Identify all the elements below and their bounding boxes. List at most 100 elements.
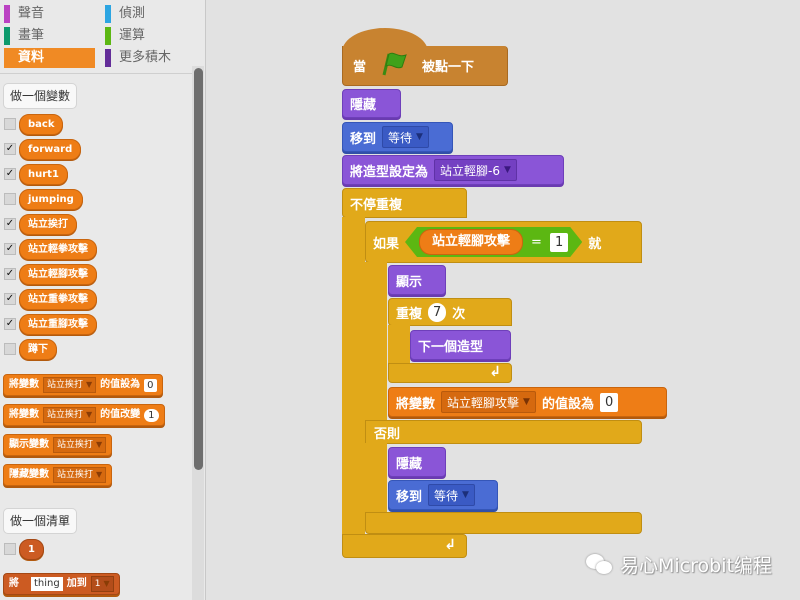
change-block-var-dropdown[interactable]: 站立挨打 ▼ [43, 407, 97, 423]
variable-checkbox[interactable]: ✓ [4, 318, 16, 330]
set-variable-block[interactable]: 將變數 站立挨打 ▼ 的值設為 0 [3, 374, 163, 396]
category-color-swatch [105, 5, 111, 23]
hide-block-2[interactable]: 隱藏 [388, 447, 446, 477]
dropdown-arrow-icon: ▼ [86, 410, 93, 419]
change-block-suffix: 的值改變 [100, 409, 141, 420]
variable-reporter[interactable]: jumping [19, 189, 83, 210]
variable-checkbox[interactable] [4, 118, 16, 130]
repeat-count-input[interactable]: 7 [428, 302, 447, 322]
category-color-swatch [105, 49, 111, 67]
dropdown-arrow-icon: ▼ [96, 440, 103, 449]
variable-reporter[interactable]: back [19, 114, 64, 135]
category-item[interactable]: 更多積木 [105, 48, 200, 68]
set-block-value-input[interactable]: 0 [144, 378, 157, 392]
set-variable-script-block[interactable]: 將變數 站立輕腳攻擊 ▼ 的值設為 0 [388, 387, 667, 417]
variable-reporter[interactable]: forward [19, 139, 82, 160]
equals-value-input[interactable]: 1 [550, 233, 568, 252]
add-to-list-block[interactable]: 將 thing 加到 1 ▼ [3, 573, 120, 595]
hide-var-dropdown[interactable]: 站立挨打 ▼ [53, 467, 107, 483]
forever-block[interactable]: 不停重複 [342, 188, 467, 218]
variable-reporter[interactable]: 站立挨打 [19, 214, 77, 235]
else-label: 否則 [374, 426, 401, 442]
show-var-dropdown[interactable]: 站立挨打 ▼ [53, 437, 107, 453]
change-variable-block[interactable]: 將變數 站立挨打 ▼ 的值改變 1 [3, 404, 165, 426]
variable-checkbox[interactable]: ✓ [4, 293, 16, 305]
category-label: 運算 [119, 28, 146, 43]
show-variable-block[interactable]: 顯示變數 站立挨打 ▼ [3, 434, 113, 456]
category-item[interactable]: 偵測 [105, 4, 200, 24]
category-item[interactable]: 畫筆 [4, 26, 99, 46]
list-reporter[interactable]: 1 [19, 539, 44, 560]
go-to-label-2: 移到 [396, 489, 423, 505]
dropdown-value: 1 [94, 579, 101, 589]
set-block-var-dropdown[interactable]: 站立挨打 ▼ [43, 377, 97, 393]
set-var-suffix: 的值設為 [541, 396, 594, 412]
variable-reporter[interactable]: hurt1 [19, 164, 68, 185]
variable-checkbox[interactable]: ✓ [4, 268, 16, 280]
loop-arrow-icon: ↲ [444, 537, 456, 553]
go-to-block-2[interactable]: 移到 等待 ▼ [388, 480, 498, 510]
palette-scrollbar-thumb[interactable] [194, 68, 203, 470]
make-variable-button[interactable]: 做一個變數 [3, 83, 78, 109]
if-else-block[interactable]: 如果 站立輕腳攻擊 = 1 就 [365, 221, 642, 263]
dropdown-value: 等待 [388, 130, 413, 145]
forever-block-arm [342, 217, 365, 537]
dropdown-arrow-icon: ▼ [503, 165, 511, 175]
next-costume-block[interactable]: 下一個造型 [410, 330, 511, 360]
change-block-value-input[interactable]: 1 [144, 408, 159, 422]
category-item[interactable]: 運算 [105, 26, 200, 46]
add-block-item-input[interactable]: thing [31, 577, 63, 591]
repeat-block[interactable]: 重複 7 次 [388, 298, 512, 326]
set-var-dropdown[interactable]: 站立輕腳攻擊 ▼ [441, 391, 536, 413]
hat-label-before: 當 [353, 60, 367, 75]
go-to-target-dropdown-2[interactable]: 等待 ▼ [428, 484, 475, 506]
show-block[interactable]: 顯示 [388, 265, 446, 295]
hide-variable-block[interactable]: 隱藏變數 站立挨打 ▼ [3, 464, 113, 486]
variable-reporter[interactable]: 蹲下 [19, 339, 57, 360]
variable-reporter[interactable]: 站立輕腳攻擊 [419, 229, 523, 255]
add-block-middle: 加到 [66, 578, 87, 589]
dropdown-value: 站立挨打 [57, 470, 94, 480]
equals-operator-block[interactable]: 站立輕腳攻擊 = 1 [405, 227, 582, 257]
watermark-text: 易心Microbit编程 [620, 555, 772, 577]
category-label: 更多積木 [119, 50, 172, 65]
variable-reporter[interactable]: 站立重拳攻擊 [19, 289, 97, 310]
category-item[interactable]: 聲音 [4, 4, 99, 24]
variable-checkbox[interactable]: ✓ [4, 143, 16, 155]
costume-dropdown[interactable]: 站立輕腳-6 ▼ [434, 159, 517, 181]
when-flag-clicked-block[interactable]: 當 被點一下 [342, 46, 508, 86]
variable-reporter[interactable]: 站立輕腳攻擊 [19, 264, 97, 285]
category-label: 畫筆 [18, 28, 45, 43]
variable-checkbox[interactable]: ✓ [4, 218, 16, 230]
dropdown-arrow-icon: ▼ [523, 397, 530, 407]
variable-checkbox[interactable]: ✓ [4, 243, 16, 255]
variable-reporter[interactable]: 站立重腳攻擊 [19, 314, 97, 335]
set-var-value-input[interactable]: 0 [599, 392, 619, 412]
loop-arrow-icon: ↲ [489, 364, 501, 380]
variable-checkbox[interactable]: ✓ [4, 168, 16, 180]
category-data-active[interactable]: 資料 [4, 48, 95, 68]
set-var-label: 將變數 [396, 396, 436, 412]
equals-operator-label: = [531, 234, 542, 250]
add-block-list-dropdown[interactable]: 1 ▼ [90, 576, 114, 592]
dropdown-arrow-icon: ▼ [103, 579, 110, 588]
switch-costume-label: 將造型設定為 [350, 164, 429, 180]
variable-reporter[interactable]: 站立輕拳攻擊 [19, 239, 97, 260]
dropdown-arrow-icon: ▼ [462, 490, 469, 500]
dropdown-arrow-icon: ▼ [96, 470, 103, 479]
list-checkbox[interactable] [4, 543, 16, 555]
variable-checkbox[interactable] [4, 193, 16, 205]
dropdown-value: 站立挨打 [47, 380, 84, 390]
else-section: 否則 [365, 420, 642, 444]
switch-costume-block[interactable]: 將造型設定為 站立輕腳-6 ▼ [342, 155, 564, 185]
category-divider [0, 73, 192, 74]
go-to-target-dropdown[interactable]: 等待 ▼ [382, 126, 429, 148]
repeat-suffix: 次 [452, 306, 466, 322]
dropdown-value: 站立輕腳攻擊 [447, 395, 520, 410]
go-to-block[interactable]: 移到 等待 ▼ [342, 122, 453, 152]
hide-block[interactable]: 隱藏 [342, 89, 401, 118]
dropdown-value: 站立挨打 [47, 410, 84, 420]
add-block-prefix: 將 [9, 578, 19, 589]
make-list-button[interactable]: 做一個清單 [3, 508, 78, 534]
variable-checkbox[interactable] [4, 343, 16, 355]
